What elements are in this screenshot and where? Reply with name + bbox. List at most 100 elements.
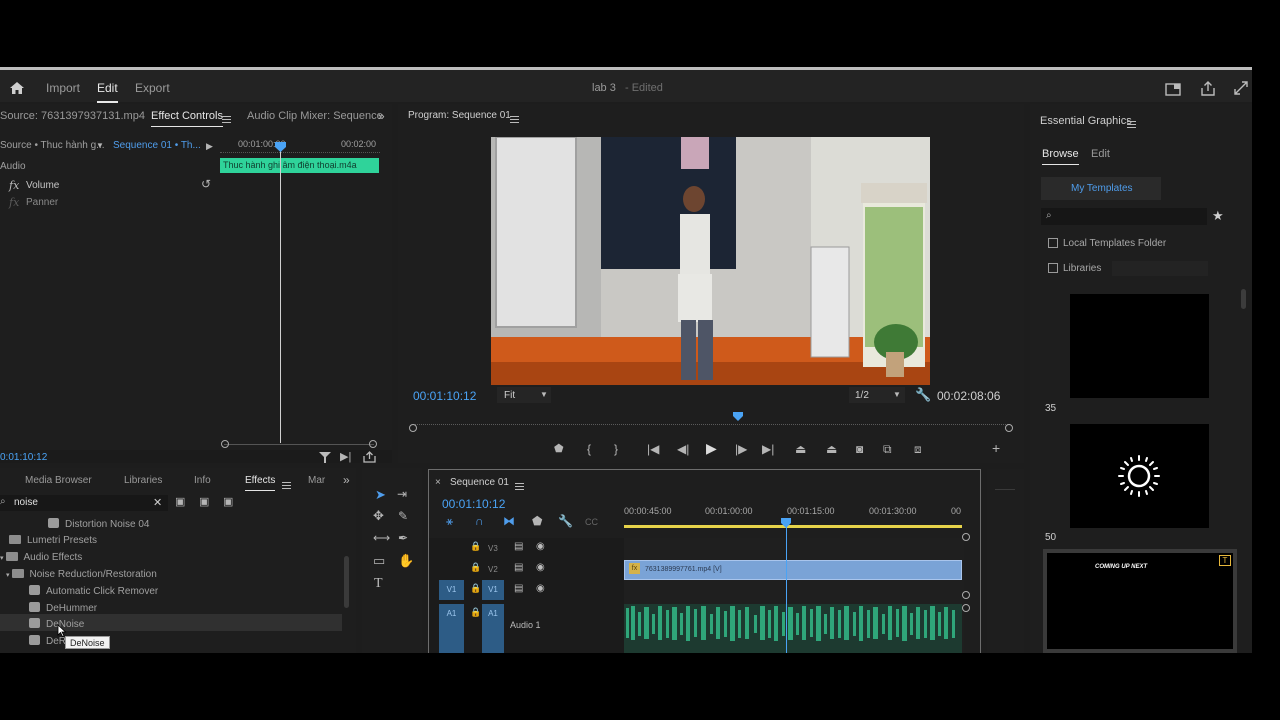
selection-tool-icon[interactable]: ➤	[375, 487, 386, 503]
lock-icon[interactable]: 🔒	[470, 607, 481, 618]
hand-icon[interactable]: ✋	[398, 554, 414, 567]
eye-icon[interactable]: ◉	[536, 541, 545, 552]
track-label-v1[interactable]: V1	[482, 580, 504, 600]
list-item[interactable]: Distortion Noise 04	[48, 518, 149, 530]
nest-icon[interactable]: ⚹	[446, 515, 453, 527]
track-label-a1[interactable]: A1	[482, 604, 504, 653]
zoom-handle[interactable]	[962, 591, 970, 599]
program-scrubber[interactable]	[413, 415, 1010, 425]
button-editor-icon[interactable]: +	[992, 441, 1000, 455]
play-audio-icon[interactable]: ▶|	[340, 451, 351, 463]
template-search-input[interactable]: ⌕	[1041, 208, 1207, 225]
prop-panner[interactable]: Panner	[26, 197, 58, 208]
tab-audio-clip-mixer[interactable]: Audio Clip Mixer: Sequence	[247, 110, 383, 122]
tab-libraries[interactable]: Libraries	[124, 475, 162, 486]
add-marker-icon[interactable]: ⬟	[554, 443, 564, 455]
program-playhead[interactable]	[733, 412, 743, 421]
tab-effect-controls[interactable]: Effect Controls	[151, 110, 223, 127]
program-title[interactable]: Program: Sequence 01	[408, 110, 511, 121]
sync-lock-icon[interactable]: ▤	[514, 583, 523, 594]
template-thumbnail[interactable]	[1070, 424, 1209, 528]
extract-icon[interactable]: ⏏	[826, 443, 837, 455]
reset-icon[interactable]: ↺	[201, 178, 211, 190]
video-clip[interactable]: 7631389997761.mp4 [V]	[624, 560, 962, 580]
settings-wrench-icon[interactable]: 🔧	[558, 515, 573, 527]
zoom-scrollbar[interactable]	[224, 444, 374, 445]
32bit-effects-icon[interactable]: ▣	[199, 496, 209, 508]
fit-dropdown[interactable]: Fit ▼	[497, 387, 551, 403]
list-item[interactable]: DeHummer	[29, 602, 97, 614]
track-label-v2[interactable]: V2	[488, 565, 498, 574]
timeline-timecode[interactable]: 00:01:10:12	[442, 497, 505, 511]
linked-selection-icon[interactable]: ⧓	[503, 515, 515, 527]
add-marker-icon[interactable]: ⬟	[532, 515, 542, 527]
ripple-edit-icon[interactable]: ✥	[373, 509, 384, 522]
track-label-v3[interactable]: V3	[488, 544, 498, 553]
type-tool-icon[interactable]: T	[374, 576, 383, 592]
step-back-icon[interactable]: ◀|	[677, 443, 689, 455]
effect-controls-timecode[interactable]: 0:01:10:12	[0, 452, 47, 463]
list-item[interactable]: Automatic Click Remover	[29, 585, 158, 597]
panel-menu-icon[interactable]	[282, 481, 291, 489]
sequence-tab[interactable]: Sequence 01	[450, 477, 509, 488]
snap-icon[interactable]: ∩	[475, 515, 484, 527]
scrollbar[interactable]	[1241, 289, 1246, 309]
fx-icon[interactable]: fx	[9, 179, 19, 192]
accelerated-effects-icon[interactable]: ▣	[175, 496, 185, 508]
source-selector[interactable]: Source • Thuc hành g...	[0, 140, 105, 151]
camera-icon[interactable]: ◙	[856, 443, 863, 455]
edit-tab[interactable]: Edit	[97, 81, 118, 103]
clear-search-icon[interactable]: ✕	[153, 496, 162, 509]
zoom-handle-left[interactable]	[409, 424, 417, 432]
eye-icon[interactable]: ◉	[536, 562, 545, 573]
tab-effects[interactable]: Effects	[245, 475, 276, 491]
go-to-in-icon[interactable]: |◀	[647, 443, 659, 455]
panel-menu-icon[interactable]	[515, 482, 524, 490]
chevron-down-icon[interactable]: ▾	[6, 572, 10, 579]
razor-icon[interactable]: ✎	[398, 510, 408, 522]
zoom-handle[interactable]	[962, 604, 970, 612]
tab-edit[interactable]: Edit	[1091, 148, 1110, 160]
play-icon[interactable]: ▶	[706, 441, 717, 455]
tab-markers[interactable]: Mar	[308, 475, 325, 486]
timeline-ruler[interactable]: 00:00:45:00 00:01:00:00 00:01:15:00 00:0…	[624, 500, 964, 528]
eye-icon[interactable]: ◉	[536, 583, 545, 594]
chevron-down-icon[interactable]: ▾	[0, 555, 4, 562]
wrench-icon[interactable]: 🔧	[915, 388, 931, 401]
lock-icon[interactable]: 🔒	[470, 583, 481, 594]
comparison-view-icon[interactable]: ⧉	[883, 443, 892, 455]
source-patch-a1[interactable]: A1	[439, 604, 464, 653]
import-tab[interactable]: Import	[46, 81, 80, 95]
fx-icon[interactable]: fx	[9, 196, 19, 209]
tab-source[interactable]: Source: 7631397937131.mp4	[0, 110, 145, 122]
tab-info[interactable]: Info	[194, 475, 211, 486]
libraries-dropdown[interactable]	[1112, 261, 1208, 276]
chevron-down-icon[interactable]: ▼	[96, 140, 104, 152]
local-templates-checkbox[interactable]	[1048, 238, 1058, 248]
resolution-dropdown[interactable]: 1/2 ▼	[849, 387, 905, 403]
fullscreen-icon[interactable]	[1234, 81, 1248, 95]
track-select-icon[interactable]: ⇥	[397, 488, 407, 500]
zoom-handle[interactable]	[962, 533, 970, 541]
step-forward-icon[interactable]: |▶	[735, 443, 747, 455]
template-thumbnail[interactable]	[1070, 294, 1209, 398]
share-icon[interactable]	[1200, 81, 1216, 96]
list-item[interactable]: ▾ Noise Reduction/Restoration	[6, 569, 157, 580]
play-only-icon[interactable]: ▶	[206, 140, 213, 152]
tab-media-browser[interactable]: Media Browser	[25, 475, 92, 486]
rectangle-tool-icon[interactable]: ▭	[373, 554, 385, 567]
star-icon[interactable]: ★	[1212, 208, 1224, 224]
playhead-marker[interactable]	[275, 142, 286, 152]
zoom-handle-right[interactable]	[1005, 424, 1013, 432]
workspaces-icon[interactable]	[1165, 82, 1181, 96]
list-item[interactable]: Lumetri Presets	[9, 535, 97, 546]
sync-lock-icon[interactable]: ▤	[514, 562, 523, 573]
panel-menu-icon[interactable]	[510, 115, 519, 123]
prop-volume[interactable]: Volume	[26, 180, 59, 191]
pen-icon[interactable]: ✒	[398, 532, 408, 544]
mark-in-icon[interactable]: {	[587, 443, 591, 455]
captions-icon[interactable]: CC	[585, 516, 598, 528]
more-panels-icon[interactable]: »	[343, 474, 350, 486]
sequence-selector[interactable]: Sequence 01 • Th...	[113, 140, 201, 151]
go-to-out-icon[interactable]: ▶|	[762, 443, 774, 455]
